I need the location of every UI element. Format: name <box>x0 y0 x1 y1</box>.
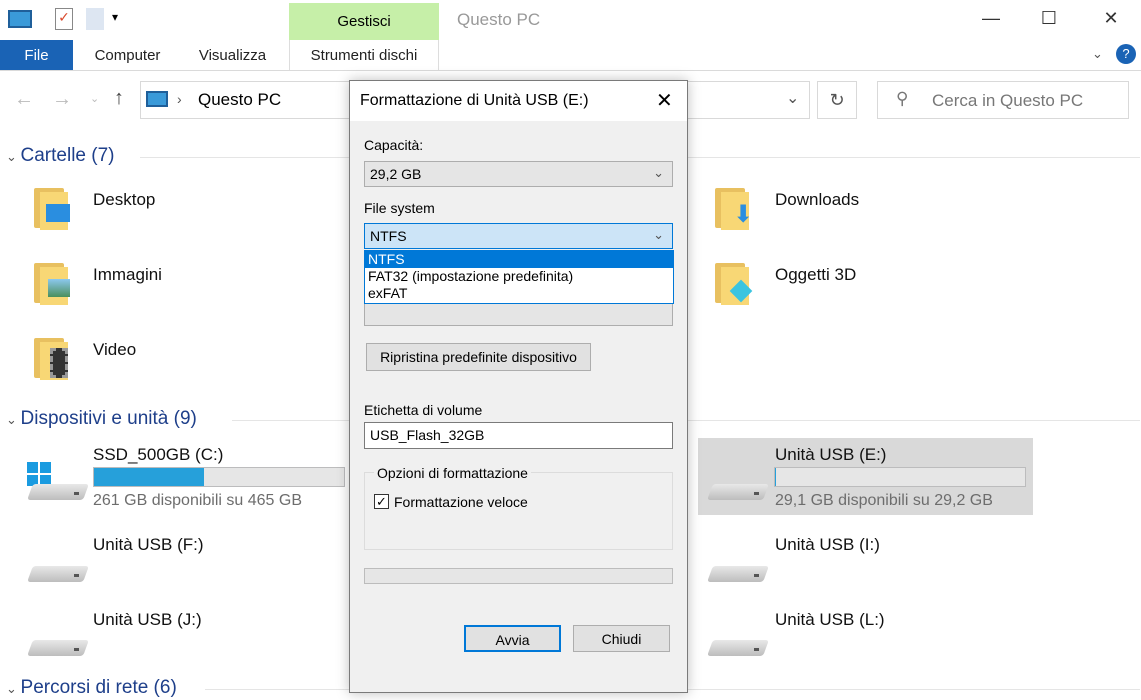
group-header-network[interactable]: ⌄ Percorsi di rete (6) <box>6 677 177 699</box>
file-system-dropdown: NTFS FAT32 (impostazione predefinita) ex… <box>364 250 674 304</box>
drive-e-icon <box>707 478 769 502</box>
folder-desktop[interactable]: Desktop <box>93 190 155 210</box>
format-progress-bar <box>364 568 673 584</box>
chevron-down-icon: ⌄ <box>653 165 664 180</box>
file-system-label: File system <box>364 200 435 216</box>
folder-videos[interactable]: Video <box>93 340 136 360</box>
drive-i-label[interactable]: Unità USB (I:) <box>775 535 880 555</box>
address-dropdown-icon[interactable]: ⌄ <box>786 88 799 108</box>
tab-computer[interactable]: Computer <box>80 40 175 70</box>
drive-c-usage-bar <box>93 467 345 487</box>
collapse-icon: ⌄ <box>6 681 21 696</box>
new-folder-icon[interactable] <box>86 8 104 30</box>
drive-j-icon <box>27 634 89 658</box>
tab-file[interactable]: File <box>0 40 73 70</box>
breadcrumb-separator-icon: › <box>177 91 182 107</box>
manage-tab[interactable]: Gestisci <box>289 3 439 40</box>
customize-quick-access-icon[interactable]: ▾ <box>112 10 118 24</box>
capacity-label: Capacità: <box>364 137 424 153</box>
folder-downloads[interactable]: Downloads <box>775 190 859 210</box>
drive-f-icon <box>27 560 89 584</box>
breadcrumb-questo-pc[interactable]: Questo PC <box>198 90 281 110</box>
drive-e-free: 29,1 GB disponibili su 29,2 GB <box>775 492 993 509</box>
up-button[interactable]: ↑ <box>114 87 124 110</box>
drive-f-label[interactable]: Unità USB (F:) <box>93 535 204 555</box>
tab-disk-tools[interactable]: Strumenti dischi <box>289 40 439 70</box>
drive-e-label[interactable]: Unità USB (E:) <box>775 445 886 465</box>
folder-pictures[interactable]: Immagini <box>93 265 162 285</box>
drive-j-label[interactable]: Unità USB (J:) <box>93 610 202 630</box>
videos-folder-icon <box>34 336 68 380</box>
close-dialog-button[interactable]: Chiudi <box>573 625 670 652</box>
option-fat32[interactable]: FAT32 (impostazione predefinita) <box>365 268 673 285</box>
drive-i-icon <box>707 560 769 584</box>
manage-tab-label: Gestisci <box>337 13 391 30</box>
group-header-devices[interactable]: ⌄ Dispositivi e unità (9) <box>6 408 197 430</box>
format-options-group <box>364 472 673 550</box>
search-input[interactable]: ⚲ Cerca in Questo PC <box>877 81 1129 119</box>
volume-label-input[interactable]: USB_Flash_32GB <box>364 422 673 449</box>
quick-format-label[interactable]: Formattazione veloce <box>394 494 528 510</box>
group-header-folders[interactable]: ⌄ Cartelle (7) <box>6 145 115 167</box>
file-system-select-open[interactable]: NTFS ⌄ <box>364 223 673 249</box>
file-system-value: NTFS <box>370 228 407 244</box>
capacity-select[interactable]: 29,2 GB ⌄ <box>364 161 673 187</box>
capacity-value: 29,2 GB <box>370 166 422 182</box>
drive-l-label[interactable]: Unità USB (L:) <box>775 610 885 630</box>
desktop-folder-icon <box>34 186 70 230</box>
close-button[interactable]: ✕ <box>1096 8 1126 29</box>
minimize-button[interactable]: — <box>976 8 1006 29</box>
3d-objects-folder-icon <box>715 261 753 305</box>
tab-view[interactable]: Visualizza <box>185 40 280 70</box>
option-ntfs[interactable]: NTFS <box>365 251 673 268</box>
search-icon: ⚲ <box>896 89 909 108</box>
quick-format-checkbox[interactable]: ✓ <box>374 494 389 509</box>
maximize-button[interactable]: ☐ <box>1034 8 1064 29</box>
pictures-folder-icon <box>34 261 70 305</box>
collapse-icon: ⌄ <box>6 412 21 427</box>
expand-ribbon-icon[interactable]: ⌄ <box>1092 46 1103 62</box>
properties-icon[interactable]: ✓ <box>55 8 73 30</box>
recent-locations-button[interactable]: ⌄ <box>90 92 99 105</box>
drive-c-icon <box>27 478 89 502</box>
back-button[interactable]: ← <box>14 88 34 111</box>
downloads-folder-icon: ⬇ <box>715 186 753 230</box>
group-title: Dispositivi e unità (9) <box>20 408 197 429</box>
pc-icon <box>146 91 168 107</box>
group-title: Percorsi di rete (6) <box>20 677 177 698</box>
option-exfat[interactable]: exFAT <box>365 285 673 302</box>
help-icon[interactable]: ? <box>1116 44 1136 64</box>
drive-c-free: 261 GB disponibili su 465 GB <box>93 492 303 509</box>
restore-defaults-button[interactable]: Ripristina predefinite dispositivo <box>366 343 591 371</box>
ribbon-divider <box>0 70 1141 71</box>
forward-button[interactable]: → <box>52 88 72 111</box>
format-options-title: Opzioni di formattazione <box>374 465 531 481</box>
chevron-down-icon: ⌄ <box>653 227 664 242</box>
drive-c-label[interactable]: SSD_500GB (C:) <box>93 445 223 465</box>
pc-icon <box>8 10 32 28</box>
group-title: Cartelle (7) <box>20 145 115 166</box>
volume-label-value: USB_Flash_32GB <box>370 427 485 443</box>
format-dialog: Formattazione di Unità USB (E:) ✕ Capaci… <box>349 80 688 693</box>
folder-3d-objects[interactable]: Oggetti 3D <box>775 265 856 285</box>
volume-label-label: Etichetta di volume <box>364 402 483 418</box>
drive-e-usage-bar <box>774 467 1026 487</box>
dialog-close-button[interactable]: ✕ <box>656 88 673 113</box>
refresh-button[interactable]: ↻ <box>817 81 857 119</box>
collapse-icon: ⌄ <box>6 149 21 164</box>
dialog-title: Formattazione di Unità USB (E:) <box>360 92 589 109</box>
search-placeholder: Cerca in Questo PC <box>932 91 1084 110</box>
start-button[interactable]: Avvia <box>464 625 561 652</box>
drive-l-icon <box>707 634 769 658</box>
dialog-titlebar: Formattazione di Unità USB (E:) ✕ <box>350 81 687 121</box>
window-title: Questo PC <box>457 10 541 29</box>
